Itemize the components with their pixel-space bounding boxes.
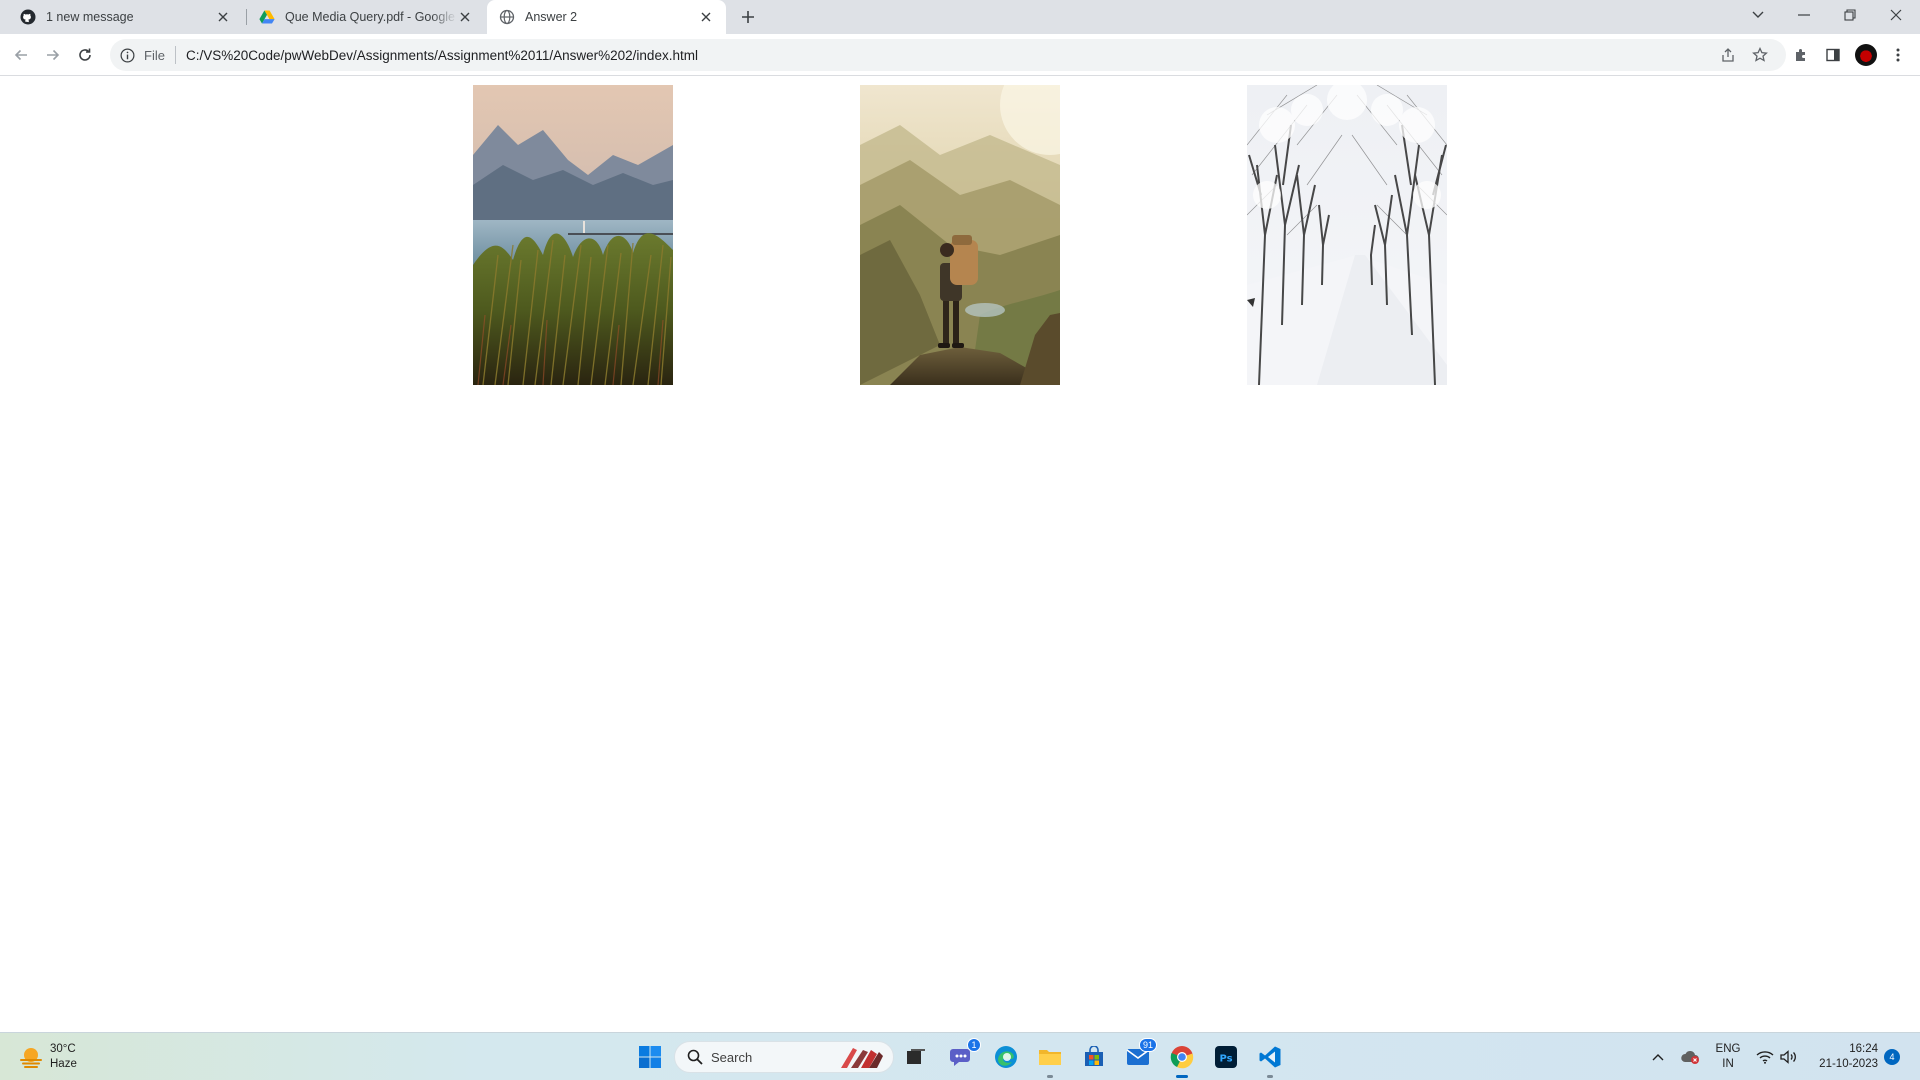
hiker-photo — [860, 85, 1060, 385]
bookmark-star-icon[interactable] — [1748, 43, 1772, 67]
volume-icon[interactable] — [1778, 1033, 1800, 1080]
vscode-button[interactable] — [1254, 1041, 1286, 1078]
tab-new-message[interactable]: 1 new message — [0, 0, 243, 34]
wifi-icon[interactable] — [1754, 1033, 1776, 1080]
input-language-indicator[interactable]: ENG IN — [1712, 1033, 1744, 1080]
chevron-up-icon — [1652, 1054, 1664, 1061]
windows-taskbar: 30°C Haze Search 1 91 Ps ENG IN 16:24 21… — [0, 1032, 1920, 1080]
search-icon — [687, 1049, 703, 1065]
search-label: Search — [711, 1049, 753, 1065]
github-icon — [20, 9, 36, 25]
taskbar-search[interactable]: Search — [674, 1041, 894, 1073]
weather-widget[interactable]: 30°C Haze — [18, 1042, 77, 1072]
chrome-button[interactable] — [1166, 1041, 1198, 1078]
lake-photo — [473, 85, 673, 385]
show-hidden-icons-button[interactable] — [1648, 1033, 1668, 1080]
site-info-icon[interactable] — [118, 46, 136, 64]
clock-date: 21-10-2023 — [1819, 1058, 1878, 1070]
reload-button[interactable] — [73, 43, 97, 67]
browser-toolbar: File C:/VS%20Code/pwWebDev/Assignments/A… — [0, 34, 1920, 76]
region-code: IN — [1722, 1058, 1734, 1070]
tab-title: 1 new message — [46, 10, 134, 24]
sun-haze-icon — [20, 1048, 42, 1068]
snowy-road-photo — [1247, 85, 1447, 385]
file-explorer-button[interactable] — [1034, 1041, 1066, 1078]
share-icon[interactable] — [1716, 43, 1740, 67]
windows-logo-icon — [639, 1046, 661, 1068]
microsoft-store-button[interactable] — [1078, 1041, 1110, 1073]
task-view-icon — [907, 1049, 925, 1064]
tab-answer-2[interactable]: Answer 2 — [487, 0, 726, 34]
mail-button[interactable]: 91 — [1122, 1038, 1157, 1073]
address-bar[interactable]: File C:/VS%20Code/pwWebDev/Assignments/A… — [110, 39, 1786, 71]
teams-chat-button[interactable]: 1 — [946, 1038, 981, 1073]
mail-badge: 91 — [1138, 1038, 1157, 1052]
weather-temperature: 30°C — [50, 1043, 76, 1055]
forward-button[interactable] — [41, 43, 65, 67]
extensions-puzzle-icon[interactable] — [1789, 43, 1813, 67]
store-icon — [1085, 1046, 1103, 1066]
new-tab-button[interactable] — [736, 5, 760, 29]
globe-icon — [499, 9, 515, 25]
photoshop-icon: Ps — [1215, 1046, 1237, 1068]
clock-time: 16:24 — [1849, 1043, 1878, 1055]
restore-button[interactable] — [1832, 0, 1868, 30]
teams-badge: 1 — [967, 1038, 981, 1052]
tab-title: Que Media Query.pdf - Google Drive — [285, 10, 457, 24]
profile-avatar[interactable] — [1855, 44, 1877, 66]
minimize-button[interactable] — [1786, 0, 1822, 30]
folder-icon — [1039, 1050, 1061, 1065]
kebab-menu-icon[interactable] — [1886, 43, 1910, 67]
close-icon[interactable] — [215, 9, 231, 25]
close-icon[interactable] — [457, 9, 473, 25]
close-window-button[interactable] — [1878, 0, 1914, 30]
back-button[interactable] — [9, 43, 33, 67]
weather-condition: Haze — [50, 1058, 77, 1070]
vscode-icon — [1259, 1046, 1281, 1068]
edge-icon — [995, 1046, 1017, 1068]
side-panel-icon[interactable] — [1821, 43, 1845, 67]
language-code: ENG — [1715, 1043, 1741, 1055]
tab-google-drive[interactable]: Que Media Query.pdf - Google Drive — [247, 0, 485, 34]
svg-text:Ps: Ps — [1219, 1054, 1232, 1065]
scheme-label: File — [144, 47, 165, 63]
onedrive-tray-icon[interactable] — [1678, 1033, 1702, 1080]
notification-center-badge[interactable]: 4 — [1884, 1049, 1900, 1065]
close-icon[interactable] — [698, 9, 714, 25]
omnibox-divider — [174, 46, 176, 64]
tab-title: Answer 2 — [525, 10, 578, 24]
start-button[interactable] — [634, 1041, 666, 1073]
page-content — [0, 77, 1920, 1032]
search-highlight-icon — [841, 1048, 883, 1068]
edge-button[interactable] — [990, 1041, 1022, 1073]
task-view-button[interactable] — [900, 1041, 932, 1073]
chrome-icon — [1170, 1046, 1194, 1069]
photoshop-button[interactable]: Ps — [1210, 1041, 1242, 1073]
google-drive-icon — [259, 10, 275, 24]
tab-strip: 1 new message Que Media Query.pdf - Goog… — [0, 0, 1920, 34]
taskbar-clock[interactable]: 16:24 21-10-2023 — [1806, 1033, 1878, 1080]
url-text[interactable]: C:/VS%20Code/pwWebDev/Assignments/Assign… — [186, 48, 698, 63]
tab-search-button[interactable] — [1740, 0, 1776, 30]
